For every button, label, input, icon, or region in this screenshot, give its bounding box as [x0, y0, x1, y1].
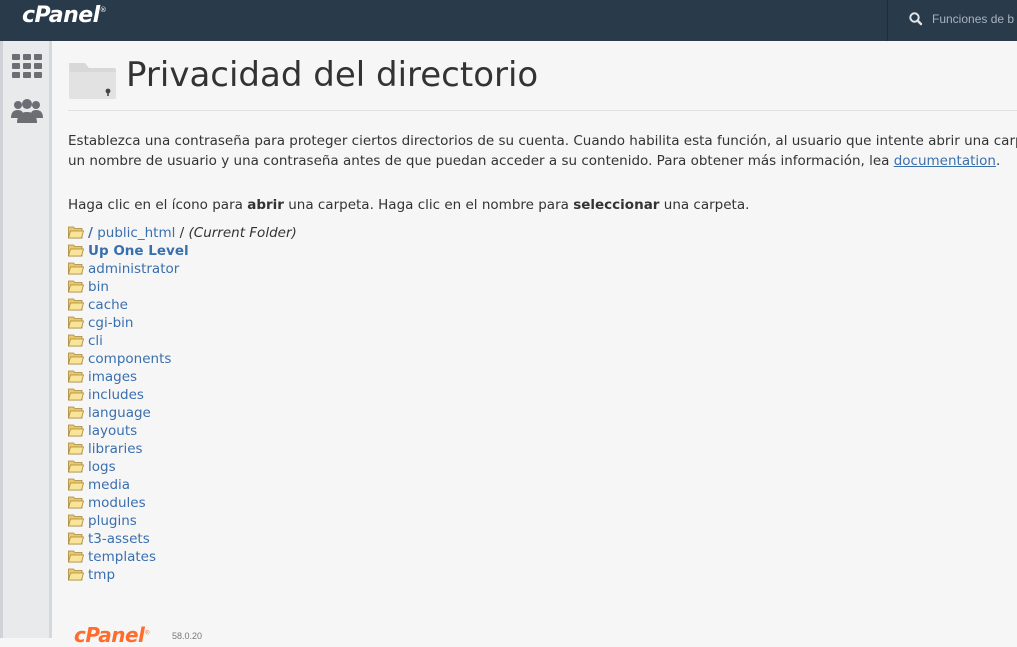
open-folder-icon[interactable] — [68, 225, 84, 239]
folder-icon[interactable] — [68, 531, 84, 545]
current-path-row: / public_html / (Current Folder) — [68, 224, 297, 242]
folder-row: t3-assets — [68, 530, 297, 548]
folder-icon[interactable] — [68, 387, 84, 401]
folder-icon[interactable] — [68, 477, 84, 491]
top-bar: cPanel® — [0, 0, 1017, 41]
footer-logo: cPanel® — [74, 623, 150, 647]
folder-link[interactable]: cgi-bin — [88, 315, 134, 331]
search-input[interactable] — [932, 11, 1017, 27]
main-content: Privacidad del directorio Establezca una… — [68, 41, 1017, 647]
folder-icon[interactable] — [68, 369, 84, 383]
folder-link[interactable]: images — [88, 369, 137, 385]
folder-row: libraries — [68, 440, 297, 458]
folder-row: cgi-bin — [68, 314, 297, 332]
sidebar — [0, 41, 52, 638]
folder-row: logs — [68, 458, 297, 476]
folder-link[interactable]: cache — [88, 297, 128, 313]
folder-link[interactable]: libraries — [88, 441, 143, 457]
folder-row: templates — [68, 548, 297, 566]
folder-icon[interactable] — [68, 405, 84, 419]
up-folder-icon[interactable] — [68, 243, 84, 257]
root-link[interactable]: / — [88, 225, 93, 241]
search-icon[interactable] — [907, 10, 925, 28]
page-title: Privacidad del directorio — [126, 55, 539, 95]
search-box — [887, 0, 1017, 41]
folder-link[interactable]: cli — [88, 333, 103, 349]
folder-lock-icon — [69, 63, 116, 99]
folder-link[interactable]: media — [88, 477, 130, 493]
footer: cPanel® 58.0.20 — [74, 623, 202, 647]
folder-row: administrator — [68, 260, 297, 278]
folder-icon[interactable] — [68, 279, 84, 293]
folder-icon[interactable] — [68, 297, 84, 311]
folder-icon[interactable] — [68, 351, 84, 365]
folder-row: bin — [68, 278, 297, 296]
folder-link[interactable]: tmp — [88, 567, 115, 583]
folder-icon[interactable] — [68, 261, 84, 275]
folder-row: plugins — [68, 512, 297, 530]
page-header: Privacidad del directorio — [68, 55, 1017, 111]
folder-link[interactable]: modules — [88, 495, 146, 511]
folder-link[interactable]: t3-assets — [88, 531, 150, 547]
folder-link[interactable]: language — [88, 405, 151, 421]
version-label: 58.0.20 — [172, 631, 203, 641]
folder-icon[interactable] — [68, 567, 84, 581]
users-icon[interactable] — [10, 95, 44, 129]
folder-icon[interactable] — [68, 549, 84, 563]
folder-icon[interactable] — [68, 459, 84, 473]
folder-icon[interactable] — [68, 423, 84, 437]
folder-link[interactable]: logs — [88, 459, 116, 475]
up-one-level-link[interactable]: Up One Level — [88, 243, 189, 259]
folder-row: media — [68, 476, 297, 494]
folder-link[interactable]: bin — [88, 279, 109, 295]
folder-link[interactable]: administrator — [88, 261, 179, 277]
folder-icon[interactable] — [68, 315, 84, 329]
documentation-link[interactable]: documentation — [894, 153, 996, 169]
folder-icon[interactable] — [68, 333, 84, 347]
page-description: Establezca una contraseña para proteger … — [68, 131, 1017, 171]
folder-row: modules — [68, 494, 297, 512]
grid-icon[interactable] — [10, 50, 44, 84]
current-folder-label: (Current Folder) — [188, 225, 297, 241]
description-line-1: Establezca una contraseña para proteger … — [68, 133, 1017, 149]
folder-row: images — [68, 368, 297, 386]
folder-link[interactable]: components — [88, 351, 171, 367]
path-separator: / — [175, 225, 189, 241]
sidebar-accent — [0, 41, 3, 638]
folder-link[interactable]: templates — [88, 549, 156, 565]
current-path-link[interactable]: public_html — [97, 225, 175, 241]
folder-row: includes — [68, 386, 297, 404]
folder-icon[interactable] — [68, 495, 84, 509]
folder-icon[interactable] — [68, 513, 84, 527]
folder-link[interactable]: layouts — [88, 423, 137, 439]
description-line-2: un nombre de usuario y una contraseña an… — [68, 153, 1001, 169]
folder-row: layouts — [68, 422, 297, 440]
folder-link[interactable]: includes — [88, 387, 144, 403]
header-divider — [68, 110, 1017, 111]
folder-row: cli — [68, 332, 297, 350]
folder-tree: / public_html / (Current Folder) Up One … — [68, 224, 297, 584]
folder-icon[interactable] — [68, 441, 84, 455]
folder-row: tmp — [68, 566, 297, 584]
folder-row: cache — [68, 296, 297, 314]
folder-link[interactable]: plugins — [88, 513, 137, 529]
folder-row: components — [68, 350, 297, 368]
cpanel-logo[interactable]: cPanel® — [22, 3, 107, 28]
up-one-level-row: Up One Level — [68, 242, 297, 260]
instruction-text: Haga clic en el ícono para abrir una car… — [68, 197, 750, 213]
folder-row: language — [68, 404, 297, 422]
